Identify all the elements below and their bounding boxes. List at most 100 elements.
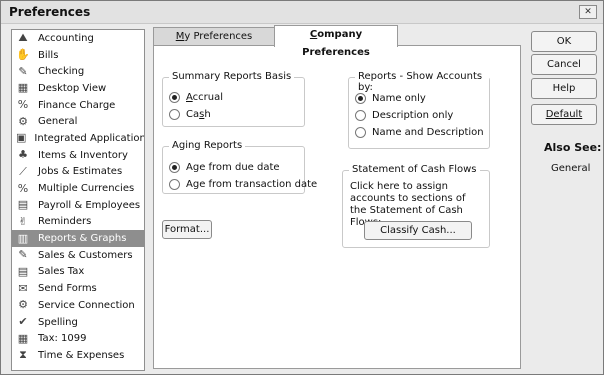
default-button[interactable]: Default — [531, 104, 597, 125]
finance-charge-icon: % — [17, 98, 29, 112]
multiple-currencies-icon: % — [17, 181, 29, 195]
sidebar-item-label: Finance Charge — [38, 99, 116, 111]
accrual-radio-button[interactable] — [169, 92, 180, 103]
aging-reports-label: Aging Reports — [169, 140, 246, 151]
default-button-label: Default — [545, 109, 583, 120]
accrual-label: Accrual — [186, 92, 224, 103]
also-see-item-general[interactable]: General — [551, 163, 590, 174]
format-button[interactable]: Format... — [162, 220, 212, 239]
help-button[interactable]: Help — [531, 78, 597, 99]
close-icon[interactable]: ✕ — [579, 5, 597, 19]
sales-tax-icon: ▤ — [17, 264, 29, 278]
sidebar-item[interactable]: ✎ Checking — [12, 63, 144, 80]
preferences-window: Preferences ✕ ⛰ Accounting ✋ Bills ✎ Checking… — [0, 0, 604, 375]
service-connection-icon: ⚙ — [18, 298, 28, 312]
sidebar-item-label: Time & Expenses — [38, 349, 125, 361]
sidebar-item-label: Reports & Graphs — [38, 233, 127, 245]
tab-my-preferences[interactable]: My Preferences — [153, 27, 275, 46]
statement-of-cash-flows-group: Statement of Cash Flows Click here to as… — [342, 164, 490, 248]
sidebar-item-label: Sales Tax — [38, 266, 85, 278]
sidebar-item-label: Desktop View — [38, 82, 107, 94]
sales-customers-icon: ✎ — [18, 248, 28, 262]
sidebar-item[interactable]: ▦ Desktop View — [12, 80, 144, 97]
name-and-description-radio-button[interactable] — [355, 127, 366, 138]
integrated-applications-icon: ▣ — [16, 131, 27, 145]
summary-reports-basis-group: Summary Reports Basis Accrual Cash — [162, 71, 305, 127]
ok-button[interactable]: OK — [531, 31, 597, 52]
sidebar-item[interactable]: ✉ Send Forms — [12, 280, 144, 297]
ok-button-label: OK — [556, 36, 572, 47]
name-and-description-radio[interactable]: Name and Description — [355, 127, 484, 138]
items-inventory-icon: ♣ — [18, 148, 28, 162]
sidebar-item-label: General — [38, 116, 78, 128]
sidebar-item-label: Checking — [38, 66, 85, 78]
name-only-radio-button[interactable] — [355, 93, 366, 104]
reports-graphs-icon: ▥ — [17, 231, 29, 245]
sidebar-item[interactable]: ▦ Tax: 1099 — [12, 330, 144, 347]
tax-1099-icon: ▦ — [17, 331, 29, 345]
tab-company-preferences-label: Company Preferences — [302, 29, 370, 58]
aging-reports-group: Aging Reports Age from due date Age from… — [162, 140, 317, 194]
classify-cash-button[interactable]: Classify Cash... — [364, 221, 472, 240]
tab-company-preferences[interactable]: Company Preferences — [274, 25, 398, 58]
age-from-due-date-radio[interactable]: Age from due date — [169, 162, 280, 173]
jobs-estimates-icon: ⟋ — [19, 164, 27, 178]
title-bar: Preferences ✕ — [1, 1, 603, 24]
sidebar-item[interactable]: ▤ Sales Tax — [12, 264, 144, 281]
description-only-radio[interactable]: Description only — [355, 110, 453, 121]
sidebar-item-label: Items & Inventory — [38, 149, 128, 161]
sidebar-item[interactable]: ▤ Payroll & Employees — [12, 197, 144, 214]
cancel-button[interactable]: Cancel — [531, 54, 597, 75]
sidebar-item-label: Tax: 1099 — [38, 333, 87, 345]
show-accounts-label: Reports - Show Accounts by: — [355, 71, 489, 93]
bills-icon: ✋ — [16, 48, 30, 62]
accrual-radio[interactable]: Accrual — [169, 92, 223, 103]
sidebar-item-label: Bills — [38, 49, 59, 61]
cash-radio[interactable]: Cash — [169, 109, 211, 120]
age-from-due-date-label: Age from due date — [186, 162, 280, 173]
sidebar-item[interactable]: ✌ Reminders — [12, 214, 144, 231]
general-icon: ⚙ — [18, 114, 28, 128]
sidebar-item-label: Send Forms — [38, 283, 97, 295]
window-title: Preferences — [9, 5, 91, 19]
sidebar-item[interactable]: ⧗ Time & Expenses — [12, 347, 144, 364]
statement-of-cash-flows-label: Statement of Cash Flows — [349, 164, 480, 175]
sidebar-item[interactable]: ⚙ General — [12, 113, 144, 130]
description-only-radio-button[interactable] — [355, 110, 366, 121]
classify-cash-button-label: Classify Cash... — [380, 225, 456, 236]
age-from-transaction-date-radio[interactable]: Age from transaction date — [169, 179, 317, 190]
name-only-label: Name only — [372, 93, 426, 104]
sidebar-item[interactable]: % Finance Charge — [12, 97, 144, 114]
format-button-label: Format... — [164, 224, 210, 235]
sidebar-item[interactable]: ⟋ Jobs & Estimates — [12, 164, 144, 181]
send-forms-icon: ✉ — [18, 281, 28, 295]
sidebar-item-label: Sales & Customers — [38, 249, 133, 261]
cancel-button-label: Cancel — [547, 59, 581, 70]
sidebar-item[interactable]: ⚙ Service Connection — [12, 297, 144, 314]
sidebar-item-label: Spelling — [38, 316, 78, 328]
sidebar-item[interactable]: ✎ Sales & Customers — [12, 247, 144, 264]
accounting-icon: ⛰ — [18, 31, 28, 45]
age-from-transaction-date-radio-button[interactable] — [169, 179, 180, 190]
reminders-icon: ✌ — [18, 214, 28, 228]
sidebar-item[interactable]: ♣ Items & Inventory — [12, 147, 144, 164]
name-only-radio[interactable]: Name only — [355, 93, 426, 104]
cash-label: Cash — [186, 109, 211, 120]
sidebar-item[interactable]: ✔ Spelling — [12, 314, 144, 331]
cash-radio-button[interactable] — [169, 109, 180, 120]
summary-reports-basis-label: Summary Reports Basis — [169, 71, 295, 82]
company-preferences-panel: Summary Reports Basis Accrual Cash Aging… — [153, 45, 521, 369]
sidebar-item[interactable]: ✋ Bills — [12, 47, 144, 64]
age-from-due-date-radio-button[interactable] — [169, 162, 180, 173]
sidebar-item[interactable]: ▥ Reports & Graphs — [12, 230, 144, 247]
sidebar-item[interactable]: % Multiple Currencies — [12, 180, 144, 197]
sidebar-item[interactable]: ▣ Integrated Applications — [12, 130, 144, 147]
sidebar-item-label: Service Connection — [38, 299, 135, 311]
sidebar-item-label: Reminders — [38, 216, 92, 228]
show-accounts-group: Reports - Show Accounts by: Name only De… — [348, 71, 490, 149]
sidebar-item-label: Accounting — [38, 32, 94, 44]
sidebar-item-label: Payroll & Employees — [38, 199, 141, 211]
sidebar-item-label: Integrated Applications — [34, 132, 145, 144]
sidebar-item[interactable]: ⛰ Accounting — [12, 30, 144, 47]
description-only-label: Description only — [372, 110, 454, 121]
